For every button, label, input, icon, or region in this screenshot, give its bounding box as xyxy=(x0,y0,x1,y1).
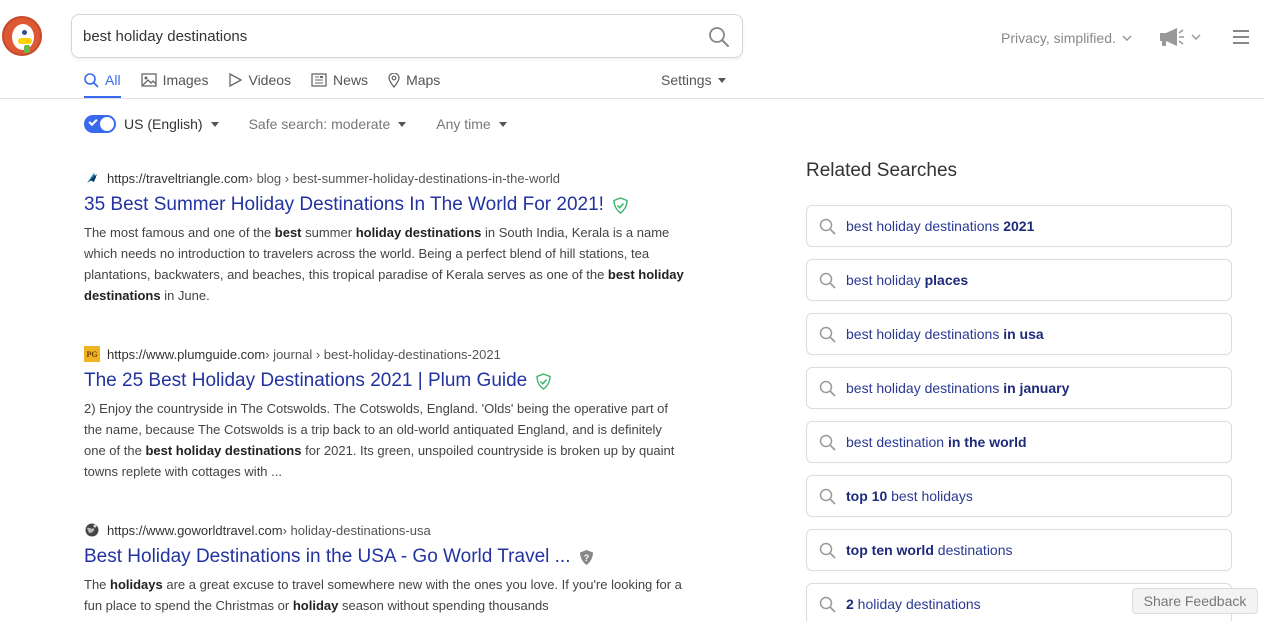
result-title: The 25 Best Holiday Destinations 2021 | … xyxy=(84,370,528,391)
related-search-label: 2 holiday destinations xyxy=(846,596,981,612)
related-search-label: top ten world destinations xyxy=(846,542,1013,558)
search-tabs: All Images Videos News Maps xyxy=(84,70,460,99)
result-domain: https://www.goworldtravel.com xyxy=(107,522,283,538)
privacy-dropdown[interactable]: Privacy, simplified. xyxy=(1001,30,1132,46)
megaphone-icon xyxy=(1160,28,1184,46)
time-label: Any time xyxy=(436,116,491,132)
map-pin-icon xyxy=(388,72,400,88)
result-path: › blog › best-summer-holiday-destination… xyxy=(248,170,561,186)
settings-label: Settings xyxy=(661,72,712,88)
newspaper-icon xyxy=(311,73,327,87)
search-icon xyxy=(819,434,836,451)
settings-dropdown[interactable]: Settings xyxy=(661,72,726,88)
verified-shield-icon xyxy=(613,196,628,214)
search-icon xyxy=(819,218,836,235)
result-snippet: The most famous and one of the best summ… xyxy=(84,225,684,303)
related-search-item[interactable]: top 10 best holidays xyxy=(806,475,1232,517)
chevron-down-icon xyxy=(1191,34,1201,40)
search-icon xyxy=(819,380,836,397)
related-search-label: best holiday destinations in usa xyxy=(846,326,1044,342)
search-icon xyxy=(819,542,836,559)
tab-images[interactable]: Images xyxy=(140,70,209,90)
tab-label: Videos xyxy=(248,72,292,88)
safe-search-label: Safe search: moderate xyxy=(248,116,391,132)
region-toggle[interactable] xyxy=(84,115,116,133)
result-url[interactable]: https://traveltriangle.com › blog › best… xyxy=(84,168,684,188)
result-domain: https://traveltriangle.com xyxy=(107,170,249,186)
tab-label: All xyxy=(105,72,121,88)
time-dropdown[interactable]: Any time xyxy=(436,116,507,132)
result-item: https://traveltriangle.com › blog › best… xyxy=(84,168,684,344)
search-box xyxy=(71,14,743,58)
related-search-label: best destination in the world xyxy=(846,434,1027,450)
share-feedback-button[interactable]: Share Feedback xyxy=(1132,588,1258,614)
result-snippet: 2) Enjoy the countryside in The Cotswold… xyxy=(84,401,675,479)
result-url[interactable]: https://www.goworldtravel.com › holiday-… xyxy=(84,520,684,540)
traveltriangle-favicon xyxy=(87,173,97,183)
hamburger-menu-icon[interactable] xyxy=(1233,30,1249,44)
region-dropdown[interactable]: US (English) xyxy=(124,116,219,132)
search-icon xyxy=(819,272,836,289)
related-search-label: top 10 best holidays xyxy=(846,488,973,504)
related-search-item[interactable]: top ten world destinations xyxy=(806,529,1232,571)
privacy-label: Privacy, simplified. xyxy=(1001,30,1116,46)
tab-videos[interactable]: Videos xyxy=(228,70,291,90)
caret-down-icon xyxy=(717,77,726,83)
search-icon xyxy=(819,596,836,613)
result-path: › journal › best-holiday-destinations-20… xyxy=(265,346,501,362)
related-search-item[interactable]: best destination in the world xyxy=(806,421,1232,463)
result-item: https://www.goworldtravel.com › holiday-… xyxy=(84,520,684,616)
result-title: 35 Best Summer Holiday Destinations In T… xyxy=(84,194,604,215)
globe-favicon xyxy=(85,523,99,537)
caret-down-icon xyxy=(398,121,407,127)
search-icon[interactable] xyxy=(708,26,730,48)
tab-label: News xyxy=(333,72,369,88)
result-domain: https://www.plumguide.com xyxy=(107,346,266,362)
caret-down-icon xyxy=(498,121,507,127)
megaphone-dropdown[interactable] xyxy=(1159,28,1201,46)
related-search-item[interactable]: best holiday destinations in usa xyxy=(806,313,1232,355)
tab-maps[interactable]: Maps xyxy=(388,70,440,90)
search-icon xyxy=(819,326,836,343)
result-title: Best Holiday Destinations in the USA - G… xyxy=(84,546,571,567)
search-icon xyxy=(84,72,99,88)
search-icon xyxy=(819,488,836,505)
header: Privacy, simplified. All Images Videos xyxy=(0,0,1264,99)
related-search-item[interactable]: best holiday places xyxy=(806,259,1232,301)
unverified-shield-icon: ? xyxy=(580,549,594,565)
related-searches-heading: Related Searches xyxy=(806,160,958,181)
tab-news[interactable]: News xyxy=(311,70,368,90)
related-search-item[interactable]: best holiday destinations in january xyxy=(806,367,1232,409)
duckduckgo-logo[interactable] xyxy=(2,16,42,56)
active-tab-indicator xyxy=(84,96,121,98)
related-searches: Related Searches best holiday destinatio… xyxy=(806,160,1232,621)
related-search-label: best holiday places xyxy=(846,272,969,288)
safe-search-dropdown[interactable]: Safe search: moderate xyxy=(249,116,407,132)
result-title-link[interactable]: The 25 Best Holiday Destinations 2021 | … xyxy=(84,369,684,393)
result-item: PG https://www.plumguide.com › journal ›… xyxy=(84,344,684,520)
search-input[interactable] xyxy=(83,15,693,57)
result-title-link[interactable]: 35 Best Summer Holiday Destinations In T… xyxy=(84,193,684,217)
chevron-down-icon xyxy=(1122,35,1132,41)
result-snippet: The holidays are a great excuse to trave… xyxy=(84,577,682,613)
result-url[interactable]: PG https://www.plumguide.com › journal ›… xyxy=(84,344,684,364)
tab-label: Images xyxy=(162,72,209,88)
region-label: US (English) xyxy=(124,116,203,132)
plumguide-favicon: PG xyxy=(84,346,100,362)
results-list: https://traveltriangle.com › blog › best… xyxy=(84,168,684,616)
filters-bar: US (English) Safe search: moderate Any t… xyxy=(84,114,537,134)
image-icon xyxy=(140,73,157,87)
play-icon xyxy=(229,73,243,87)
tab-all[interactable]: All xyxy=(84,70,121,90)
svg-text:?: ? xyxy=(584,553,590,563)
verified-shield-icon xyxy=(536,372,551,390)
result-path: › holiday-destinations-usa xyxy=(282,522,431,538)
related-search-label: best holiday destinations 2021 xyxy=(846,218,1035,234)
tab-label: Maps xyxy=(406,72,441,88)
result-title-link[interactable]: Best Holiday Destinations in the USA - G… xyxy=(84,545,684,569)
caret-down-icon xyxy=(210,121,219,127)
related-search-label: best holiday destinations in january xyxy=(846,380,1070,396)
related-search-item[interactable]: best holiday destinations 2021 xyxy=(806,205,1232,247)
